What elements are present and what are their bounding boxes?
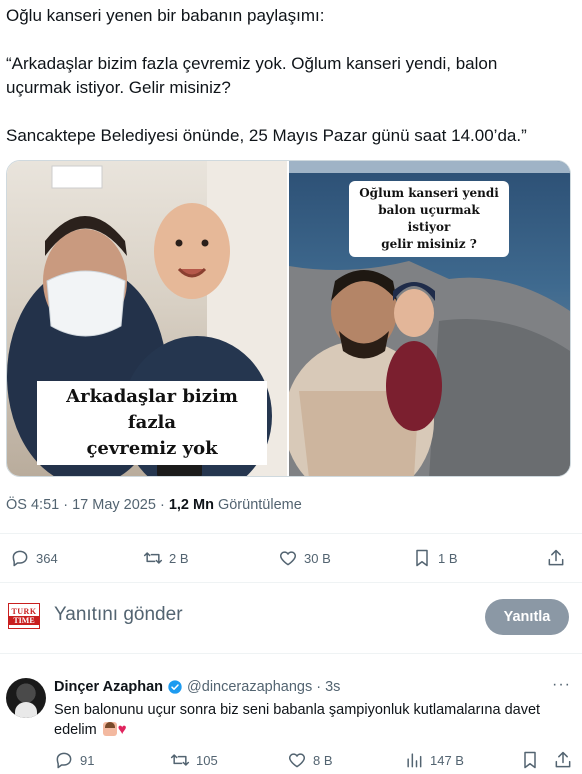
tweet-actions: 364 2 B 30 B 1 B xyxy=(0,546,582,570)
more-icon[interactable]: ··· xyxy=(552,676,571,694)
retweet-icon xyxy=(143,552,163,564)
tweet-meta: ÖS 4:51 · 17 May 2025 · 1,2 Mn Görüntüle… xyxy=(6,497,302,513)
tweet-text-line: uçurmak istiyor. Gelir misiniz? xyxy=(6,78,231,97)
tweet-text-line: Oğlu kanseri yenen bir babanın paylaşımı… xyxy=(6,6,325,25)
photo-father-and-son-seaside[interactable]: Oğlum kanseri yendi balon uçurmak istiyo… xyxy=(289,161,570,476)
caption-line: balon uçurmak istiyor xyxy=(378,203,480,234)
photo-caption: Arkadaşlar bizim fazla çevremiz yok xyxy=(37,381,267,465)
reply-text-end: edelim xyxy=(54,722,97,738)
divider xyxy=(0,653,582,654)
tweet-timestamp[interactable]: ÖS 4:51 · 17 May 2025 · xyxy=(6,497,169,513)
reply-text-line: Sen balonunu uçur sonra biz seni babanla… xyxy=(54,702,541,718)
caption-line: Oğlum kanseri yendi xyxy=(359,186,499,200)
share-button[interactable] xyxy=(553,750,573,770)
caption-line: gelir misiniz ? xyxy=(381,237,477,251)
retweet-count: 105 xyxy=(196,752,218,768)
views-icon xyxy=(407,753,422,768)
views-button[interactable]: 147 B xyxy=(404,750,464,770)
reply-text: Sen balonunu uçur sonra biz seni babanla… xyxy=(54,700,574,740)
logo-text-top: TURK xyxy=(11,607,37,616)
caption-line: çevremiz yok xyxy=(86,438,218,459)
reply-text-line2: edelim ♥ xyxy=(54,720,574,740)
share-icon xyxy=(548,549,564,566)
reply-count: 91 xyxy=(80,752,95,768)
account-avatar-logo: TURK TIME xyxy=(8,603,40,629)
views-count: 147 B xyxy=(430,752,464,768)
like-count: 8 B xyxy=(313,752,333,768)
woman-raising-hand-emoji-icon xyxy=(102,722,117,736)
retweet-icon xyxy=(170,754,190,766)
reply-author-name[interactable]: Dinçer Azaphan xyxy=(54,679,163,695)
reply-tweet[interactable]: Dinçer Azaphan @dincerazaphangs · 3s ···… xyxy=(0,666,582,774)
reply-button[interactable]: 364 xyxy=(10,548,58,568)
reply-header: Dinçer Azaphan @dincerazaphangs · 3s xyxy=(54,679,340,695)
bookmark-icon xyxy=(416,549,428,567)
reply-author-handle[interactable]: @dincerazaphangs xyxy=(187,679,312,695)
reply-time[interactable]: · 3s xyxy=(316,679,340,695)
avatar[interactable] xyxy=(6,678,46,718)
like-count: 30 B xyxy=(304,550,331,566)
reply-count: 364 xyxy=(36,550,58,566)
photo-father-and-baby[interactable]: Arkadaşlar bizim fazla çevremiz yok xyxy=(7,161,289,476)
reply-button[interactable]: 91 xyxy=(54,750,94,770)
photo-caption: Oğlum kanseri yendi balon uçurmak istiyo… xyxy=(349,181,509,257)
reply-icon xyxy=(56,752,72,769)
views-count: 1,2 Mn xyxy=(168,497,214,513)
tweet-text: Oğlu kanseri yenen bir babanın paylaşımı… xyxy=(6,4,576,148)
reply-actions: 91 105 8 B 147 B xyxy=(0,750,582,770)
divider xyxy=(0,582,582,583)
retweet-count: 2 B xyxy=(169,550,189,566)
tweet-text-line: “Arkadaşlar bizim fazla çevremiz yok. Oğ… xyxy=(6,54,498,73)
like-icon xyxy=(279,551,297,566)
like-button[interactable]: 30 B xyxy=(278,548,331,568)
views-label: Görüntüleme xyxy=(213,497,302,513)
caption-line: Arkadaşlar bizim fazla xyxy=(66,386,238,433)
reply-submit-button[interactable]: Yanıtla xyxy=(485,599,569,635)
verified-icon xyxy=(168,680,182,694)
reply-input[interactable]: Yanıtını gönder xyxy=(54,604,183,626)
tweet-text-line: Sancaktepe Belediyesi önünde, 25 Mayıs P… xyxy=(6,126,527,145)
divider xyxy=(0,533,582,534)
logo-text-bottom: TIME xyxy=(9,616,39,625)
like-button[interactable]: 8 B xyxy=(287,750,333,770)
share-icon xyxy=(555,751,571,768)
share-button[interactable] xyxy=(546,548,566,568)
bookmark-button[interactable] xyxy=(520,750,540,770)
retweet-button[interactable]: 2 B xyxy=(143,548,189,568)
bookmark-icon xyxy=(524,751,536,769)
red-heart-emoji-icon: ♥ xyxy=(117,721,127,738)
tweet-media: Arkadaşlar bizim fazla çevremiz yok Oğlu… xyxy=(6,160,571,477)
reply-icon xyxy=(12,550,28,567)
reply-composer: TURK TIME Yanıtını gönder Yanıtla xyxy=(0,595,582,641)
bookmark-button[interactable]: 1 B xyxy=(412,548,458,568)
bookmark-count: 1 B xyxy=(438,550,458,566)
retweet-button[interactable]: 105 xyxy=(170,750,218,770)
like-icon xyxy=(288,753,306,768)
